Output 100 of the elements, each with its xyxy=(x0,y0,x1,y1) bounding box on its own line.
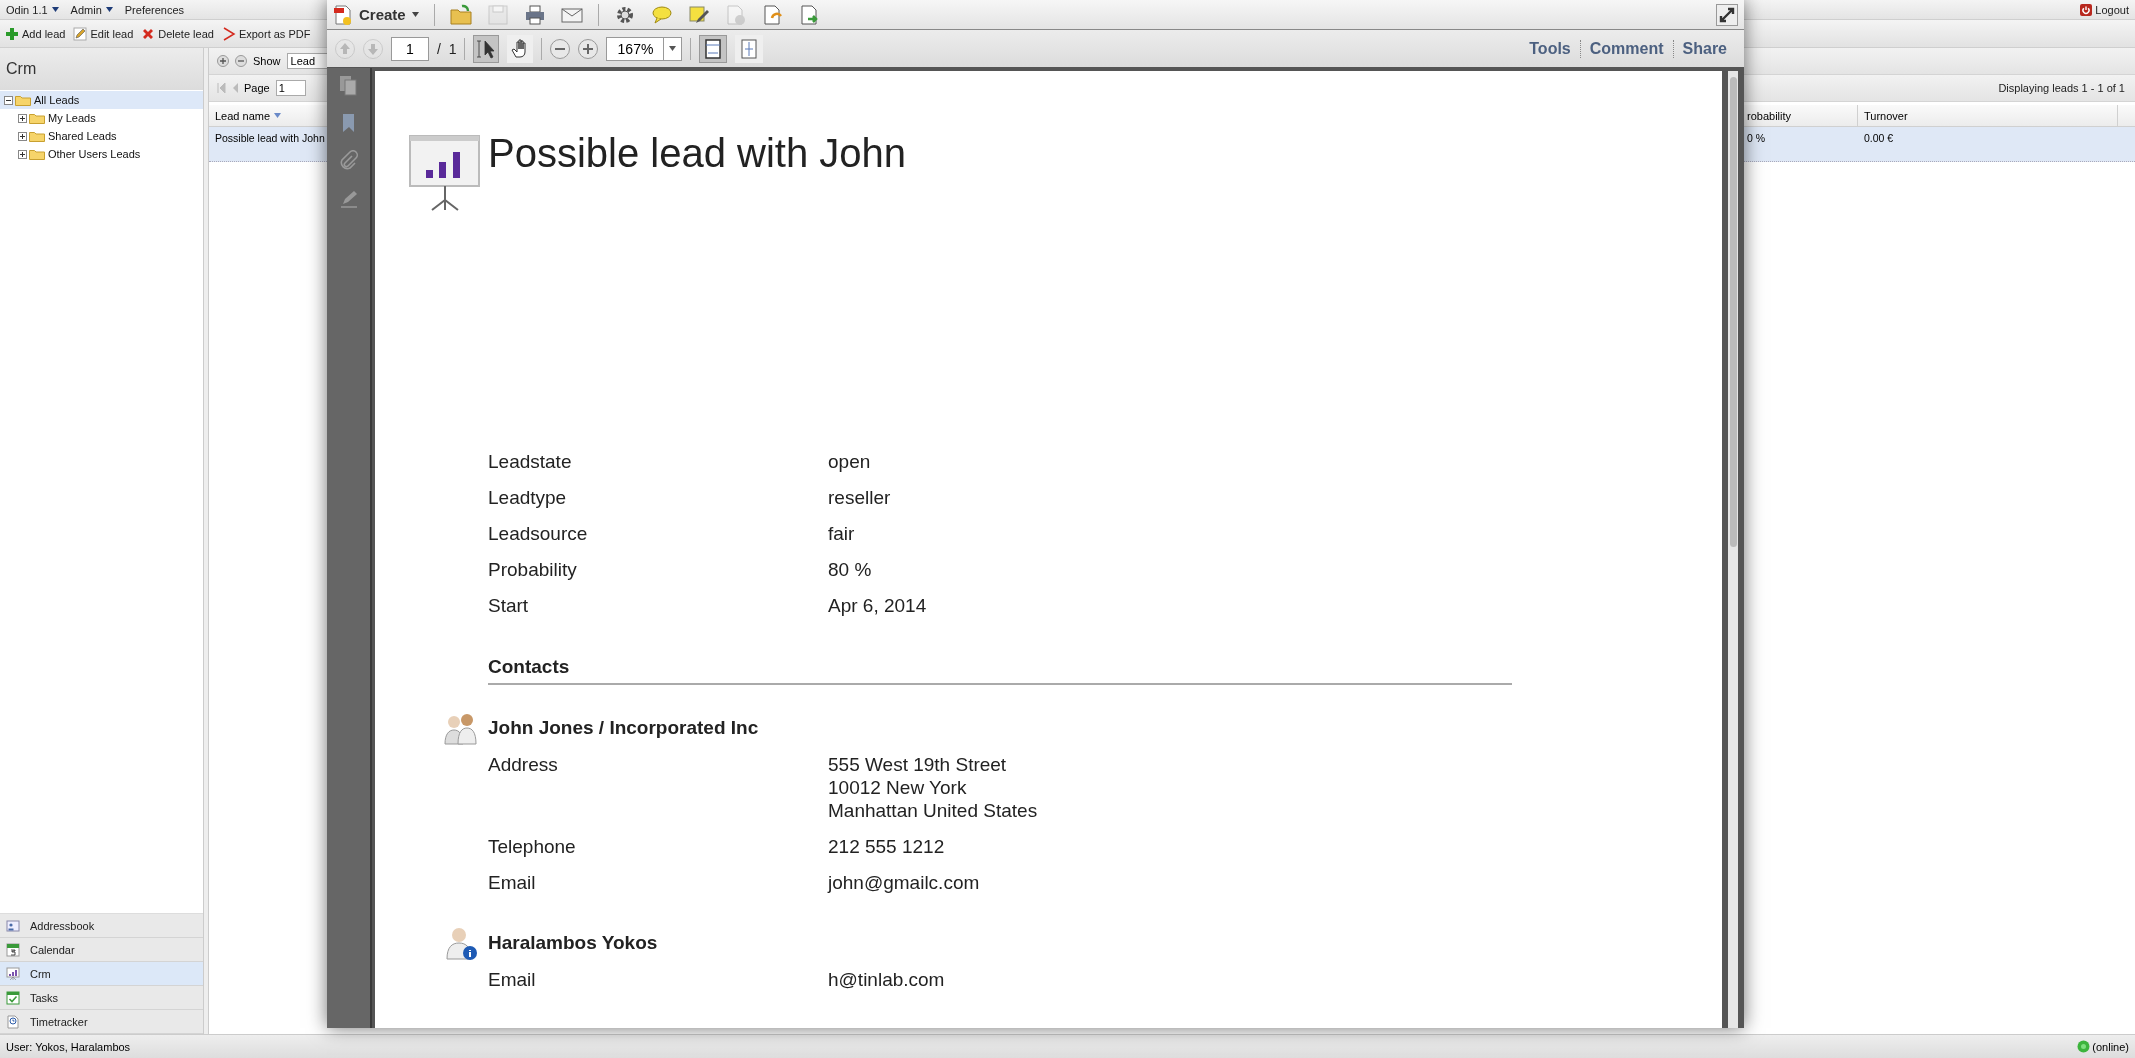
tree-item[interactable]: Other Users Leads xyxy=(0,145,203,163)
field-value: fair xyxy=(828,521,855,545)
zoom-out-button[interactable] xyxy=(550,38,571,59)
user-label: User: Yokos, Haralambos xyxy=(6,1040,131,1053)
field-label: Telephone xyxy=(488,834,577,858)
toolbar-button[interactable]: Export as PDF xyxy=(220,24,312,43)
expand-icon xyxy=(18,131,27,141)
field-value: 10012 New York xyxy=(828,775,968,799)
clock-document-icon xyxy=(6,1014,20,1029)
field-value: 80 % xyxy=(828,557,872,581)
field-label: Leadstate xyxy=(488,449,573,473)
cross-icon xyxy=(141,26,156,41)
pane-tab[interactable]: Tools xyxy=(1520,39,1580,58)
toolbar-button[interactable]: Delete lead xyxy=(140,24,215,43)
toolbar-button[interactable] xyxy=(449,3,472,26)
next-page-button[interactable] xyxy=(363,38,383,59)
tool-button[interactable] xyxy=(507,34,534,63)
tool-button[interactable] xyxy=(473,34,500,63)
power-icon xyxy=(2080,3,2093,16)
address-card-icon xyxy=(6,918,20,933)
document-arrow-icon xyxy=(761,3,784,26)
module-item[interactable]: Calendar xyxy=(0,938,203,962)
collapse-all-button[interactable] xyxy=(235,55,247,67)
field-label: Leadsource xyxy=(488,521,589,545)
field-value: Manhattan United States xyxy=(828,798,1038,822)
sidebar-panel-button[interactable] xyxy=(337,74,360,96)
field-value: 555 West 19th Street xyxy=(828,752,1008,776)
field-label: Start xyxy=(488,593,530,617)
printer-icon xyxy=(523,3,546,26)
tree-item[interactable]: All Leads xyxy=(0,91,203,109)
first-page-icon xyxy=(217,83,226,93)
expand-all-button[interactable] xyxy=(217,55,229,67)
field-value: john@gmailc.com xyxy=(828,870,980,894)
menu-item[interactable]: Odin 1.1 xyxy=(6,3,59,16)
table-cell-text: 0 % xyxy=(1746,131,1767,146)
scrollbar-thumb[interactable] xyxy=(1729,77,1737,547)
table-cell-text: 0.00 € xyxy=(1863,131,1895,146)
field-label: Email xyxy=(488,870,537,894)
module-item[interactable]: Crm xyxy=(0,962,203,986)
collapse-icon xyxy=(4,95,13,105)
show-label: Show xyxy=(253,55,281,67)
menu-item[interactable]: Preferences xyxy=(124,3,185,16)
page-number-field[interactable]: 1 xyxy=(391,36,429,61)
page-number-field[interactable]: 1 xyxy=(275,80,306,96)
caret-icon xyxy=(411,12,419,17)
field-value: 212 555 1212 xyxy=(828,834,945,858)
field-value: h@tinlab.com xyxy=(828,967,945,991)
page-label: Page xyxy=(244,82,270,94)
create-button[interactable]: Create xyxy=(333,3,419,26)
zoom-in-button[interactable] xyxy=(578,38,599,59)
speech-bubble-icon xyxy=(650,3,673,26)
field-label: Probability xyxy=(488,557,578,581)
toolbar-button[interactable]: Add lead xyxy=(4,24,67,43)
previous-page-button[interactable] xyxy=(335,38,355,59)
field-label: Email xyxy=(488,967,537,991)
panel-title: Crm xyxy=(0,48,203,90)
pane-tab[interactable]: Comment xyxy=(1579,39,1673,58)
pencil-icon xyxy=(73,26,88,41)
checklist-icon xyxy=(6,990,20,1005)
chart-board-icon xyxy=(6,966,20,981)
minus-icon xyxy=(235,55,247,67)
expand-icon xyxy=(18,113,27,123)
column-header[interactable]: Turnover xyxy=(1858,105,2118,126)
folder-arrow-icon xyxy=(449,3,472,26)
paging-info: Displaying leads 1 - 1 of 1 xyxy=(1998,82,2126,94)
field-value: reseller xyxy=(828,485,891,509)
pen-note-icon xyxy=(687,3,710,26)
field-value: open xyxy=(828,449,871,473)
toolbar-button[interactable] xyxy=(687,3,710,26)
page-count: / 1 xyxy=(437,40,457,57)
plus-icon xyxy=(217,55,229,67)
folder-icon xyxy=(29,112,45,124)
folder-icon xyxy=(29,148,45,160)
logout-link[interactable]: Logout xyxy=(2080,3,2129,16)
module-item[interactable]: Addressbook xyxy=(0,914,203,938)
previous-page-icon xyxy=(232,83,238,93)
fit-button[interactable] xyxy=(699,34,728,63)
menu-item[interactable]: Admin xyxy=(70,3,113,16)
fullscreen-button[interactable] xyxy=(1716,3,1738,26)
minus-icon xyxy=(550,38,571,59)
toolbar-button[interactable] xyxy=(523,3,546,26)
presentation-chart-icon xyxy=(408,134,481,212)
table-cell-text: Possible lead with John xyxy=(214,131,326,146)
pane-tab[interactable]: Share xyxy=(1672,39,1736,58)
expand-arrows-icon xyxy=(1716,3,1738,26)
plus-icon xyxy=(5,26,19,41)
module-item[interactable]: Tasks xyxy=(0,986,203,1010)
caret-icon xyxy=(669,46,677,51)
cursor-icon xyxy=(476,37,497,60)
document-star-icon xyxy=(333,3,353,26)
toolbar-button[interactable]: Edit lead xyxy=(72,24,135,43)
module-item[interactable]: Timetracker xyxy=(0,1010,203,1034)
expand-icon xyxy=(18,149,27,159)
section-heading: Contacts xyxy=(488,656,1512,685)
plus-icon xyxy=(578,38,599,59)
folder-icon xyxy=(15,94,31,106)
connection-status: (online) xyxy=(2092,1040,2129,1053)
document-title: Possible lead with John xyxy=(488,130,907,176)
tree-item[interactable]: Shared Leads xyxy=(0,127,203,145)
tree-item[interactable]: My Leads xyxy=(0,109,203,127)
